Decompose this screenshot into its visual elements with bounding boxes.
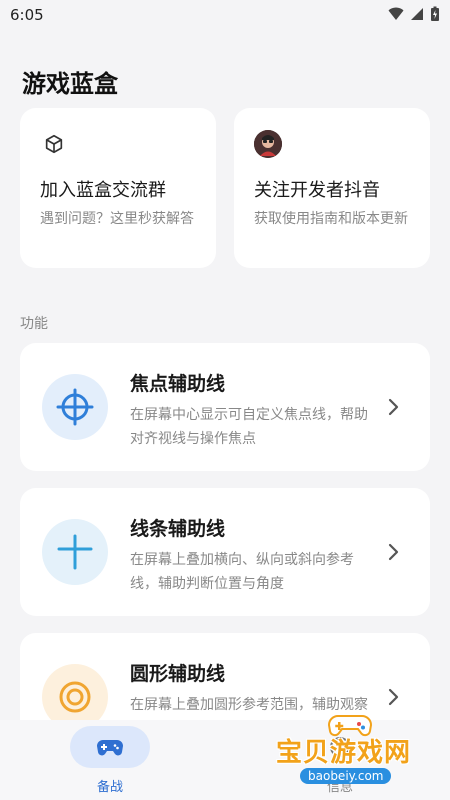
circle-guide-title: 圆形辅助线 <box>130 663 226 685</box>
watermark-text: 宝贝游戏网 <box>276 738 412 768</box>
nav-label-prepare: 备战 <box>96 780 123 795</box>
line-guide-title: 线条辅助线 <box>130 518 226 540</box>
plus-lines-icon <box>42 519 108 585</box>
focus-guide-desc: 在屏幕中心显示可自定义焦点线，帮助对齐视线与操作焦点 <box>130 407 368 447</box>
line-guide-card[interactable]: 线条辅助线 在屏幕上叠加横向、纵向或斜向参考线，辅助判断位置与角度 <box>20 488 430 616</box>
developer-avatar <box>254 130 282 158</box>
join-group-desc: 遇到问题？这里秒获解答 <box>40 211 194 227</box>
status-bar: 6:05 <box>0 0 450 32</box>
follow-developer-card[interactable]: 关注开发者抖音 获取使用指南和版本更新 <box>234 108 430 268</box>
crosshair-icon <box>42 374 108 440</box>
gamepad-icon <box>70 726 150 768</box>
battery-icon <box>431 6 439 21</box>
follow-developer-desc: 获取使用指南和版本更新 <box>254 211 408 227</box>
chevron-right-icon <box>388 543 399 561</box>
follow-developer-title: 关注开发者抖音 <box>254 180 380 201</box>
section-label: 功能 <box>20 316 48 332</box>
join-group-title: 加入蓝盒交流群 <box>40 180 166 201</box>
wifi-icon <box>388 7 404 20</box>
status-time: 6:05 <box>10 6 44 24</box>
chevron-right-icon <box>388 398 399 416</box>
focus-guide-title: 焦点辅助线 <box>130 373 226 395</box>
status-icons <box>388 6 440 22</box>
line-guide-desc: 在屏幕上叠加横向、纵向或斜向参考线，辅助判断位置与角度 <box>130 552 354 592</box>
signal-icon <box>411 8 423 20</box>
focus-guide-card[interactable]: 焦点辅助线 在屏幕中心显示可自定义焦点线，帮助对齐视线与操作焦点 <box>20 343 430 471</box>
nav-item-prepare[interactable]: 备战 <box>60 726 160 796</box>
cube-icon <box>40 130 68 158</box>
chevron-right-icon <box>388 688 399 706</box>
join-group-card[interactable]: 加入蓝盒交流群 遇到问题？这里秒获解答 <box>20 108 216 268</box>
watermark-url: baobeiy.com <box>300 768 392 784</box>
watermark: 宝贝游戏网 baobeiy.com <box>270 712 445 792</box>
app-title: 游戏蓝盒 <box>22 70 118 98</box>
